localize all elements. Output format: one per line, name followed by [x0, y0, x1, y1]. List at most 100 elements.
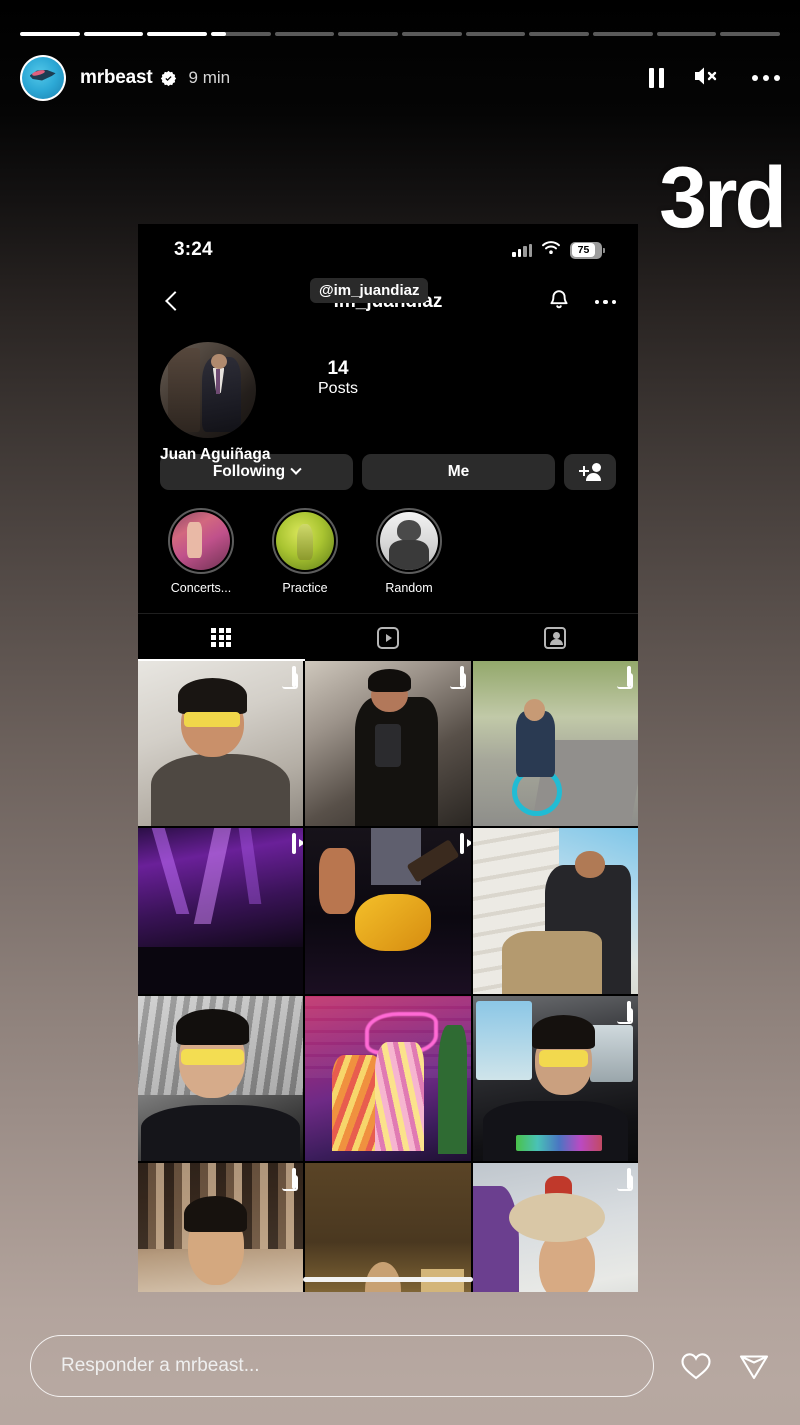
progress-fill: [83, 32, 144, 36]
profile-avatar[interactable]: [160, 342, 256, 438]
screen-recording-content: 3:24 75 im_juandiaz: [138, 224, 638, 1292]
add-person-icon: [579, 463, 601, 481]
posts-label: Posts: [318, 379, 359, 397]
tab-grid[interactable]: [138, 614, 305, 661]
story-timestamp: 9 min: [188, 68, 231, 87]
grid-post[interactable]: [472, 661, 638, 827]
highlight-label: Concerts...: [170, 581, 232, 595]
carousel-badge: [626, 1000, 631, 1022]
progress-fill: [147, 32, 208, 36]
profile-tab-bar: [138, 613, 638, 661]
tab-tagged[interactable]: [471, 614, 638, 661]
story-progress-segment[interactable]: [338, 32, 399, 36]
carousel-icon: [626, 666, 631, 687]
heart-icon[interactable]: [680, 1351, 712, 1381]
grid-icon: [211, 627, 232, 648]
highlight-cover: [380, 512, 438, 570]
story-highlights: Concerts... Practice Random: [138, 490, 638, 595]
grid-post[interactable]: [305, 995, 471, 1161]
highlight-label: Random: [385, 581, 433, 595]
carousel-icon: [292, 666, 297, 687]
carousel-badge: [292, 1167, 297, 1189]
story-progress-segment[interactable]: [656, 32, 717, 36]
carousel-badge: [459, 666, 464, 687]
grid-post[interactable]: [138, 828, 304, 994]
grid-post[interactable]: [472, 828, 638, 994]
highlight-ring: [272, 508, 338, 574]
story-progress-segment[interactable]: [465, 32, 526, 36]
battery-level: 75: [577, 244, 590, 256]
carousel-icon: [626, 1000, 631, 1022]
cellular-signal-icon: [512, 243, 532, 257]
grid-post[interactable]: [472, 1162, 638, 1292]
story-progress-segment[interactable]: [211, 32, 271, 36]
grid-post[interactable]: [305, 661, 471, 827]
story-progress-segment[interactable]: [274, 32, 335, 36]
story-progress-segment[interactable]: [593, 32, 653, 36]
story-author-username[interactable]: mrbeast: [80, 67, 153, 89]
carousel-badge: [626, 666, 631, 687]
mention-sticker[interactable]: @im_juandiaz: [310, 278, 429, 303]
story-progress-bars: [20, 32, 781, 36]
battery-icon: 75: [570, 241, 605, 259]
progress-fill: [20, 32, 80, 36]
highlight-cover: [276, 512, 334, 570]
highlight-item[interactable]: Random: [376, 508, 442, 595]
instagram-story-viewer: mrbeast 9 min 3:24 75 14 Posts Juan Agui…: [0, 0, 800, 1425]
grid-post[interactable]: [305, 828, 471, 994]
story-progress-segment[interactable]: [147, 32, 208, 36]
verified-badge-icon: [160, 70, 177, 87]
message-button[interactable]: Me: [362, 454, 555, 490]
reels-icon: [377, 626, 399, 649]
highlight-item[interactable]: Concerts...: [168, 508, 234, 595]
mrbeast-logo-icon: [22, 57, 64, 99]
speaker-muted-icon[interactable]: [693, 64, 723, 93]
following-label: Following: [212, 463, 286, 480]
story-progress-segment[interactable]: [83, 32, 144, 36]
pause-icon[interactable]: [649, 68, 664, 88]
progress-fill: [211, 32, 226, 36]
grid-post[interactable]: [138, 1162, 304, 1292]
grid-post[interactable]: [138, 995, 304, 1161]
highlight-cover: [172, 512, 230, 570]
highlight-label: Practice: [282, 581, 328, 595]
grid-post[interactable]: [472, 995, 638, 1161]
profile-summary: 14 Posts Juan Aguiñaga: [138, 328, 638, 463]
carousel-icon: [292, 1167, 297, 1189]
story-controls: [649, 64, 780, 93]
bell-icon[interactable]: [547, 288, 571, 317]
tab-reels[interactable]: [305, 614, 472, 661]
home-indicator: [303, 1277, 473, 1282]
carousel-badge: [626, 1167, 631, 1189]
story-progress-segment[interactable]: [402, 32, 462, 36]
story-progress-segment[interactable]: [720, 32, 781, 36]
highlight-ring: [376, 508, 442, 574]
grid-post[interactable]: [138, 661, 304, 827]
back-chevron-icon[interactable]: [160, 290, 184, 314]
story-progress-segment[interactable]: [20, 32, 80, 36]
story-reply-bar: Responder a mrbeast...: [0, 1307, 800, 1425]
grid-post[interactable]: [305, 1162, 471, 1292]
story-author-avatar[interactable]: [20, 55, 66, 101]
more-options-icon[interactable]: [594, 299, 616, 305]
carousel-badge: [292, 666, 297, 687]
profile-post-grid: [138, 661, 638, 1292]
more-options-icon[interactable]: [752, 75, 780, 81]
profile-display-name: Juan Aguiñaga: [160, 446, 271, 463]
highlight-ring: [168, 508, 234, 574]
tagged-icon: [543, 626, 566, 649]
wifi-icon: [541, 240, 561, 260]
reels-icon: [459, 833, 464, 855]
paper-plane-icon[interactable]: [738, 1351, 770, 1381]
posts-stat: 14 Posts: [318, 358, 358, 398]
carousel-icon: [626, 1167, 631, 1189]
reply-input[interactable]: Responder a mrbeast...: [30, 1335, 654, 1397]
story-progress-segment[interactable]: [529, 32, 590, 36]
highlight-item[interactable]: Practice: [272, 508, 338, 595]
reel-badge: [459, 833, 464, 855]
posts-count: 14: [327, 358, 349, 379]
phone-status-bar: 3:24 75: [138, 224, 638, 276]
add-person-button[interactable]: [564, 454, 616, 490]
reels-icon: [292, 833, 297, 855]
reel-badge: [292, 833, 297, 855]
